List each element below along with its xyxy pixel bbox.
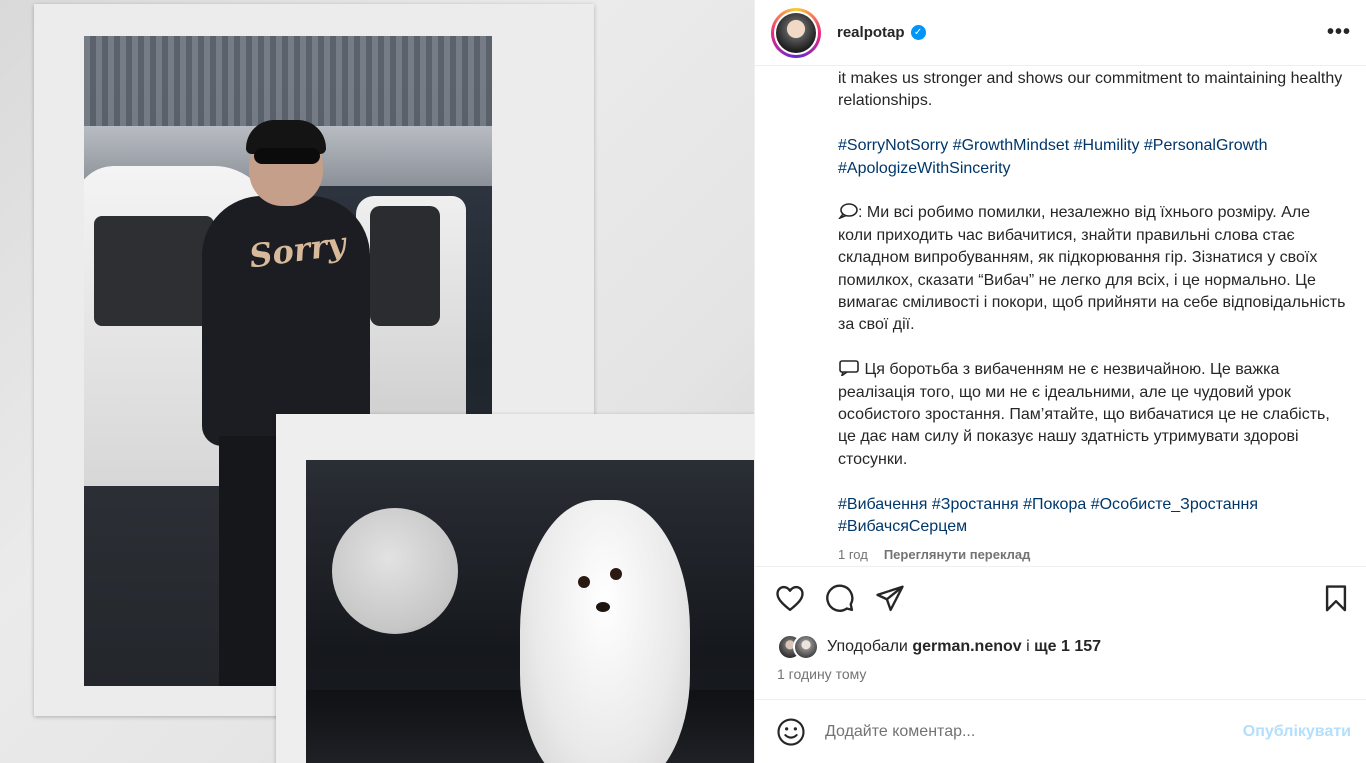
caption-age[interactable]: 1 год bbox=[838, 544, 868, 566]
speech-bubble-icon bbox=[837, 203, 858, 221]
hashtag[interactable]: #Humility bbox=[1074, 137, 1140, 154]
username-link[interactable]: realpotap bbox=[837, 24, 905, 41]
emoji-icon[interactable] bbox=[775, 716, 807, 748]
post-media[interactable]: Sorry bbox=[0, 0, 754, 763]
liker-avatars[interactable] bbox=[777, 634, 823, 660]
see-translation-button[interactable]: Переглянути переклад bbox=[884, 544, 1031, 566]
post-panel: realpotap ✓ ••• it makes us stronger and… bbox=[754, 0, 1366, 763]
comment-composer: Опублікувати bbox=[755, 700, 1366, 763]
post-timestamp[interactable]: 1 годину тому bbox=[777, 666, 866, 682]
divider bbox=[755, 566, 1366, 567]
hashtag[interactable]: #Покора bbox=[1023, 496, 1086, 513]
hashtag[interactable]: #ВибачсяСерцем bbox=[838, 518, 967, 535]
share-icon[interactable] bbox=[873, 581, 907, 615]
hashtags-ua: #Вибачення #Зростання #Покора #Особисте_… bbox=[838, 494, 1348, 539]
action-bar bbox=[773, 578, 1353, 618]
hashtag[interactable]: #Особисте_Зростання bbox=[1091, 496, 1258, 513]
post-header: realpotap ✓ ••• bbox=[755, 0, 1366, 66]
caption-paragraph-2: Ця боротьба з вибаченням не є незвичайно… bbox=[838, 360, 1330, 468]
hashtag[interactable]: #Вибачення bbox=[838, 496, 927, 513]
avatar-image bbox=[776, 12, 816, 53]
avatar[interactable] bbox=[771, 7, 821, 58]
comment-icon[interactable] bbox=[823, 581, 857, 615]
caption-line-top: it makes us stronger and shows our commi… bbox=[838, 70, 1343, 110]
caption-meta: 1 год Переглянути переклад bbox=[838, 544, 1348, 566]
round-object bbox=[332, 508, 458, 634]
sunglasses bbox=[254, 148, 320, 164]
hashtag[interactable]: #Зростання bbox=[932, 496, 1019, 513]
hashtag[interactable]: #SorryNotSorry bbox=[838, 137, 948, 154]
speech-bubble-icon bbox=[839, 360, 859, 378]
polaroid-photo-dog bbox=[276, 414, 754, 763]
caption-paragraph-1: : Ми всі робимо помилки, незалежно від ї… bbox=[837, 203, 1346, 334]
comment-input[interactable] bbox=[825, 722, 1243, 741]
verified-badge-icon: ✓ bbox=[910, 25, 926, 40]
bookmark-icon[interactable] bbox=[1319, 581, 1353, 615]
more-options-button[interactable]: ••• bbox=[1327, 21, 1351, 44]
photo-white-dog bbox=[306, 460, 754, 763]
post-caption: it makes us stronger and shows our commi… bbox=[837, 68, 1348, 567]
hashtags-en: #SorryNotSorry #GrowthMindset #Humility … bbox=[838, 135, 1348, 180]
hashtag[interactable]: #ApologizeWithSincerity bbox=[838, 160, 1011, 177]
hashtag[interactable]: #PersonalGrowth bbox=[1144, 137, 1268, 154]
publish-comment-button[interactable]: Опублікувати bbox=[1243, 723, 1351, 741]
likes-summary: Уподобали german.nenov і ще 1 157 bbox=[777, 634, 1101, 660]
heart-icon[interactable] bbox=[773, 581, 807, 615]
liker-username-link[interactable]: german.nenov bbox=[912, 638, 1021, 656]
hashtag[interactable]: #GrowthMindset bbox=[953, 137, 1070, 154]
likes-count-link[interactable]: ще 1 157 bbox=[1034, 638, 1101, 656]
white-dog bbox=[520, 500, 690, 763]
avatar bbox=[793, 634, 819, 660]
